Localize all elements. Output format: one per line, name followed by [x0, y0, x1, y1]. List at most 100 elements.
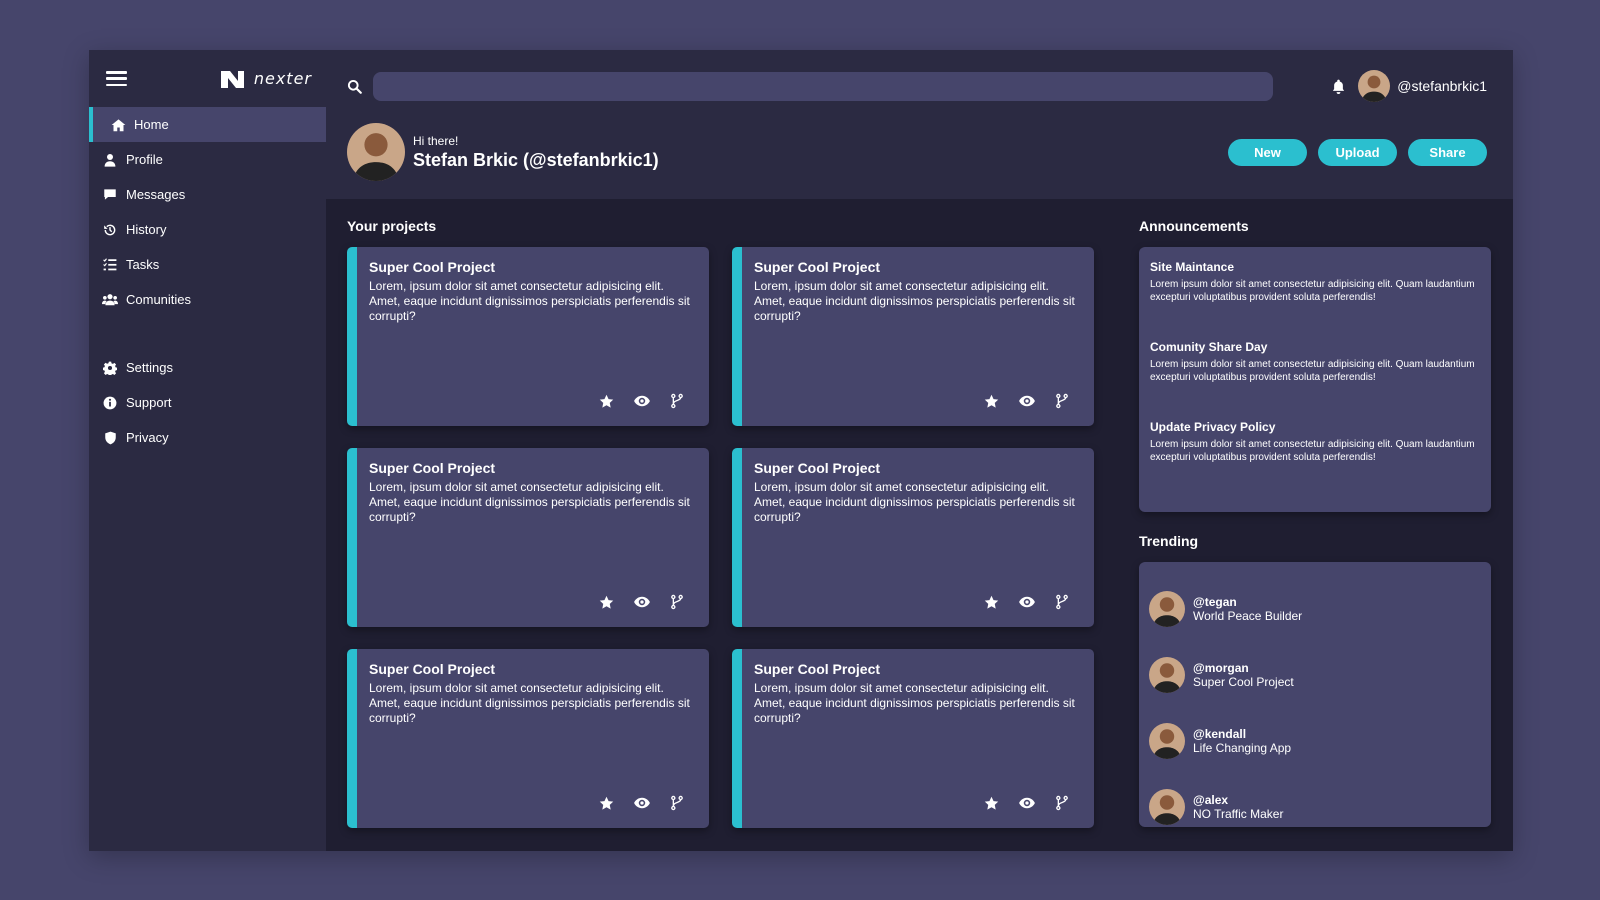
announcement-item[interactable]: Comunity Share Day Lorem ipsum dolor sit…: [1150, 340, 1480, 420]
trending-handle: @kendall: [1193, 727, 1247, 741]
trending-item[interactable]: @tegan World Peace Builder: [1149, 577, 1481, 643]
fork-icon[interactable]: [669, 594, 685, 610]
info-icon: [102, 395, 118, 411]
eye-icon[interactable]: [1018, 593, 1036, 611]
greeting-row: Hi there! Stefan Brkic (@stefanbrkic1) N…: [347, 122, 1487, 182]
shield-icon: [102, 430, 118, 446]
star-icon[interactable]: [983, 594, 1000, 611]
top-bar: @stefanbrkic1: [347, 50, 1487, 122]
sidebar-secondary-nav: Settings Support Privacy: [89, 350, 326, 455]
sidebar-item-label: History: [126, 222, 167, 237]
search-input[interactable]: [373, 71, 1273, 101]
fork-icon[interactable]: [1054, 594, 1070, 610]
header-actions: New Upload Share: [1228, 138, 1487, 166]
project-description: Lorem, ipsum dolor sit amet consectetur …: [754, 279, 1075, 323]
project-actions: [598, 593, 685, 611]
star-icon[interactable]: [598, 795, 615, 812]
announcement-title: Update Privacy Policy: [1150, 420, 1276, 434]
sidebar-item-home[interactable]: Home: [89, 107, 326, 142]
star-icon[interactable]: [598, 393, 615, 410]
project-card[interactable]: Super Cool Project Lorem, ipsum dolor si…: [732, 247, 1094, 426]
project-card[interactable]: Super Cool Project Lorem, ipsum dolor si…: [347, 649, 709, 828]
projects-grid: Super Cool Project Lorem, ipsum dolor si…: [347, 247, 1094, 828]
fork-icon[interactable]: [1054, 393, 1070, 409]
app-window: nexter Home Profile Messages History Tas…: [89, 50, 1513, 851]
announcements-panel: Site Maintance Lorem ipsum dolor sit ame…: [1139, 247, 1491, 512]
sidebar-item-support[interactable]: Support: [89, 385, 326, 420]
announcement-text: Lorem ipsum dolor sit amet consectetur a…: [1150, 279, 1475, 303]
sidebar-item-messages[interactable]: Messages: [89, 177, 326, 212]
sidebar-item-settings[interactable]: Settings: [89, 350, 326, 385]
logo-mark-icon: [220, 70, 244, 88]
project-title: Super Cool Project: [754, 259, 881, 275]
project-card[interactable]: Super Cool Project Lorem, ipsum dolor si…: [732, 448, 1094, 627]
trending-item[interactable]: @kendall Life Changing App: [1149, 709, 1481, 775]
sidebar-item-comunities[interactable]: Comunities: [89, 282, 326, 317]
eye-icon[interactable]: [633, 794, 651, 812]
announcement-item[interactable]: Update Privacy Policy Lorem ipsum dolor …: [1150, 420, 1480, 500]
trending-handle: @tegan: [1193, 595, 1237, 609]
gear-icon: [102, 360, 118, 376]
right-column: Announcements Site Maintance Lorem ipsum…: [1139, 218, 1491, 828]
upload-button[interactable]: Upload: [1318, 138, 1397, 166]
share-button[interactable]: Share: [1408, 138, 1487, 166]
trending-item[interactable]: @alex NO Traffic Maker: [1149, 775, 1481, 841]
logo-text: nexter: [253, 69, 312, 88]
message-icon: [102, 187, 118, 203]
sidebar-item-label: Comunities: [126, 292, 192, 307]
main-area: @stefanbrkic1 Hi there! Stefan Brkic (@s…: [326, 50, 1513, 851]
hamburger-menu-icon[interactable]: [106, 71, 127, 86]
greeting: Hi there! Stefan Brkic (@stefanbrkic1): [413, 134, 659, 171]
fork-icon[interactable]: [1054, 795, 1070, 811]
trending-project: World Peace Builder: [1193, 609, 1303, 623]
new-button[interactable]: New: [1228, 138, 1307, 166]
avatar: [1149, 657, 1185, 693]
sidebar-item-label: Messages: [126, 187, 186, 202]
sidebar-item-label: Home: [134, 117, 169, 132]
profile-avatar[interactable]: [347, 123, 405, 181]
project-description: Lorem, ipsum dolor sit amet consectetur …: [754, 480, 1075, 524]
eye-icon[interactable]: [1018, 392, 1036, 410]
tasks-icon: [102, 257, 118, 273]
announcement-item[interactable]: Site Maintance Lorem ipsum dolor sit ame…: [1150, 260, 1480, 340]
section-title: Your projects: [347, 218, 437, 234]
avatar: [1149, 789, 1185, 825]
eye-icon[interactable]: [633, 392, 651, 410]
star-icon[interactable]: [598, 594, 615, 611]
home-icon: [110, 117, 126, 133]
project-title: Super Cool Project: [369, 661, 496, 677]
fork-icon[interactable]: [669, 393, 685, 409]
project-actions: [983, 794, 1070, 812]
eye-icon[interactable]: [633, 593, 651, 611]
sidebar-item-privacy[interactable]: Privacy: [89, 420, 326, 455]
sidebar-item-history[interactable]: History: [89, 212, 326, 247]
sidebar-header: nexter: [89, 50, 326, 107]
announcement-text: Lorem ipsum dolor sit amet consectetur a…: [1150, 359, 1475, 383]
search-icon[interactable]: [347, 79, 365, 94]
project-description: Lorem, ipsum dolor sit amet consectetur …: [369, 279, 690, 323]
user-icon: [102, 152, 118, 168]
eye-icon[interactable]: [1018, 794, 1036, 812]
announcement-title: Comunity Share Day: [1150, 340, 1268, 354]
fork-icon[interactable]: [669, 795, 685, 811]
project-title: Super Cool Project: [369, 460, 496, 476]
project-description: Lorem, ipsum dolor sit amet consectetur …: [754, 681, 1075, 725]
star-icon[interactable]: [983, 393, 1000, 410]
project-description: Lorem, ipsum dolor sit amet consectetur …: [369, 681, 690, 725]
trending-handle: @morgan: [1193, 661, 1249, 675]
avatar: [1149, 591, 1185, 627]
bell-icon[interactable]: [1332, 79, 1345, 94]
users-icon: [102, 292, 118, 308]
project-card[interactable]: Super Cool Project Lorem, ipsum dolor si…: [732, 649, 1094, 828]
trending-item[interactable]: @morgan Super Cool Project: [1149, 643, 1481, 709]
logo[interactable]: nexter: [219, 67, 312, 91]
star-icon[interactable]: [983, 795, 1000, 812]
project-card[interactable]: Super Cool Project Lorem, ipsum dolor si…: [347, 247, 709, 426]
sidebar-item-label: Profile: [126, 152, 163, 167]
sidebar-item-profile[interactable]: Profile: [89, 142, 326, 177]
avatar[interactable]: [1358, 70, 1390, 102]
project-card[interactable]: Super Cool Project Lorem, ipsum dolor si…: [347, 448, 709, 627]
sidebar-item-tasks[interactable]: Tasks: [89, 247, 326, 282]
username[interactable]: @stefanbrkic1: [1397, 78, 1487, 94]
